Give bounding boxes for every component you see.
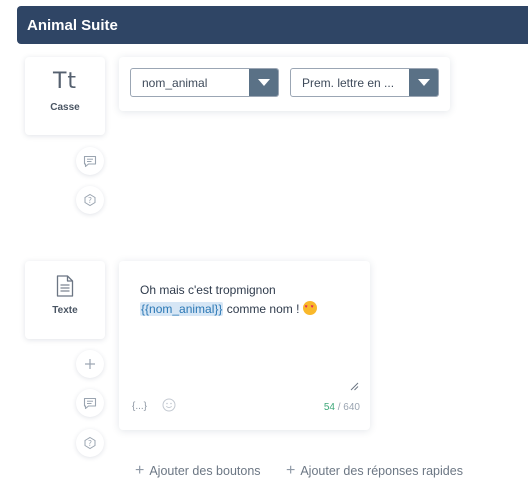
add-quick-replies-label: Ajouter des réponses rapides [300,464,463,478]
variable-select-value: nom_animal [142,75,208,90]
document-icon [56,275,74,297]
question-icon: ? [84,193,96,207]
insert-variable-button[interactable]: {...} [132,401,147,412]
variable-token[interactable]: {{nom_animal}} [140,302,224,316]
message-text-end: comme nom ! [223,302,303,316]
comment-button[interactable] [76,147,104,175]
message-text: Oh mais c'est tropmignon [140,283,276,297]
texte-block-card[interactable]: Texte [25,261,105,339]
heart-eyes-emoji-icon: ♥ ♥ [302,301,317,315]
message-textarea[interactable]: Oh mais c'est tropmignon {{nom_animal}} c… [140,281,360,319]
case-select-arrow[interactable] [409,69,438,96]
case-select[interactable]: Prem. lettre en ... [290,68,439,97]
add-buttons-link[interactable]: + Ajouter des boutons [135,462,261,479]
plus-icon: + [135,462,145,479]
add-buttons-label: Ajouter des boutons [149,464,261,478]
chevron-down-icon [417,79,430,86]
character-count-limit: / 640 [334,402,360,413]
svg-text:?: ? [88,439,92,448]
question-icon: ? [84,436,96,450]
character-counter: 54 / 640 [324,402,360,413]
casse-block-card[interactable]: Tt Casse [25,57,105,135]
help-button[interactable]: ? [76,429,104,457]
emoji-picker-icon[interactable] [162,398,176,412]
casse-block-label: Casse [50,102,80,113]
resize-handle-icon[interactable] [350,382,359,391]
message-editor-panel: Oh mais c'est tropmignon {{nom_animal}} c… [119,261,370,430]
help-button[interactable]: ? [76,186,104,214]
casse-icon: Tt [52,69,78,94]
texte-block-label: Texte [52,305,78,316]
comment-button[interactable] [76,389,104,417]
character-count-current: 54 [323,402,335,413]
chevron-down-icon [257,79,270,86]
plus-icon: + [286,462,296,479]
variable-select-arrow[interactable] [249,69,278,96]
plus-icon [85,359,95,369]
variable-select[interactable]: nom_animal [130,68,279,97]
comment-icon [83,397,97,409]
case-select-value: Prem. lettre en ... [302,75,395,90]
casse-settings-panel: nom_animal Prem. lettre en ... [119,57,450,111]
add-element-button[interactable] [76,350,104,378]
comment-icon [83,155,97,167]
add-quick-replies-link[interactable]: + Ajouter des réponses rapides [286,462,463,479]
page-title: Animal Suite [27,16,118,34]
svg-text:?: ? [88,196,92,205]
app-header: Animal Suite [17,6,528,44]
